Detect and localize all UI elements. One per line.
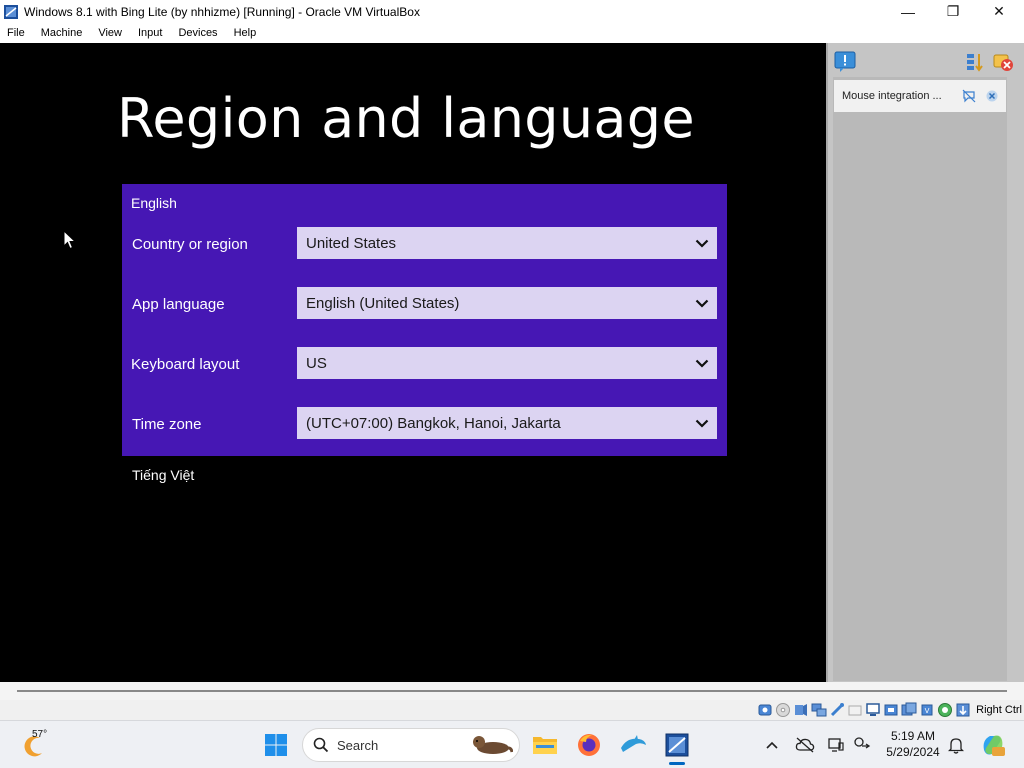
notification-list [833, 77, 1007, 681]
close-icon: ✕ [993, 3, 1005, 19]
keyboard-layout-label: Keyboard layout [131, 356, 240, 373]
clock-date: 5/29/2024 [886, 745, 940, 759]
network-sync-icon[interactable] [852, 735, 872, 755]
menu-devices[interactable]: Devices [170, 27, 225, 39]
sort-icon[interactable] [964, 51, 986, 73]
virtualbox-app-icon [3, 4, 19, 20]
notification-text: Mouse integration ... [842, 90, 942, 102]
windows-start-icon[interactable] [264, 733, 288, 757]
device-manager-tray-icon[interactable] [826, 735, 846, 755]
maximize-button[interactable]: ❐ [930, 0, 976, 23]
minimize-icon: — [901, 3, 915, 20]
chevron-down-icon [687, 227, 717, 259]
menu-help[interactable]: Help [226, 27, 265, 39]
hard-disk-icon[interactable] [757, 702, 773, 718]
dismiss-all-icon[interactable] [992, 51, 1014, 73]
status-bar: V Right Ctrl [0, 700, 1024, 720]
close-notification-icon[interactable] [983, 87, 1001, 105]
keyboard-layout-dropdown[interactable]: US [297, 347, 717, 379]
keyboard-layout-value: US [306, 354, 327, 372]
notification-bell-icon[interactable] [946, 735, 966, 755]
dont-show-again-icon[interactable] [960, 87, 978, 105]
time-zone-value: (UTC+07:00) Bangkok, Hanoi, Jakarta [306, 414, 561, 432]
page-title: Region and language [117, 87, 695, 150]
svg-text:V: V [925, 707, 930, 715]
recording-icon[interactable] [901, 702, 917, 718]
guest-display[interactable]: Region and language English Country or r… [0, 43, 826, 682]
language-name: English [131, 195, 177, 211]
menu-machine[interactable]: Machine [33, 27, 91, 39]
clock-time: 5:19 AM [890, 729, 936, 743]
cpu-icon[interactable]: V [919, 702, 935, 718]
window-title: Windows 8.1 with Bing Lite (by nhhizme) … [24, 4, 420, 19]
language-panel-english[interactable]: English Country or region United States … [122, 184, 727, 456]
app-language-label: App language [132, 296, 225, 313]
language-option-vietnamese[interactable]: Tiếng Việt [132, 467, 194, 483]
mouse-integration-icon[interactable] [955, 702, 971, 718]
usb-icon[interactable] [829, 702, 845, 718]
firefox-icon[interactable] [575, 731, 603, 759]
notification-mouse-integration[interactable]: Mouse integration ... [834, 80, 1006, 112]
system-clock[interactable]: 5:19 AM 5/29/2024 [880, 728, 946, 760]
audio-icon[interactable] [793, 702, 809, 718]
app-language-value: English (United States) [306, 294, 460, 312]
chevron-down-icon [687, 287, 717, 319]
virtualbox-taskbar-icon[interactable] [663, 731, 691, 759]
active-app-indicator [669, 762, 685, 765]
chevron-down-icon [687, 407, 717, 439]
country-label: Country or region [132, 236, 248, 253]
country-dropdown[interactable]: United States [297, 227, 717, 259]
menu-bar: File Machine View Input Devices Help [0, 23, 1024, 43]
shared-folders-icon[interactable] [847, 702, 863, 718]
cloud-offline-icon[interactable] [795, 735, 815, 755]
menu-view[interactable]: View [90, 27, 130, 39]
taskbar: 57° Search 5:19 AM 5/29/2024 [0, 720, 1024, 768]
chevron-up-icon[interactable] [762, 735, 782, 755]
optical-drive-icon[interactable] [775, 702, 791, 718]
network-icon[interactable] [811, 702, 827, 718]
host-key-label: Right Ctrl [976, 704, 1022, 716]
country-value: United States [306, 234, 397, 252]
menu-file[interactable]: File [0, 27, 33, 39]
minimize-button[interactable]: — [885, 0, 931, 23]
file-explorer-icon[interactable] [531, 731, 559, 759]
chevron-down-icon [687, 347, 717, 379]
menu-input[interactable]: Input [130, 27, 170, 39]
taskbar-search-box[interactable]: Search [302, 728, 520, 762]
search-icon [313, 737, 329, 753]
horizontal-scrollbar[interactable] [17, 690, 1007, 692]
close-button[interactable]: ✕ [976, 0, 1022, 23]
display-icon[interactable] [865, 702, 881, 718]
weather-widget[interactable]: 57° [20, 729, 60, 761]
restore-icon: ❐ [946, 3, 960, 19]
video-capture-icon[interactable] [883, 702, 899, 718]
search-placeholder: Search [337, 737, 379, 753]
app-language-dropdown[interactable]: English (United States) [297, 287, 717, 319]
mouse-cursor-icon [63, 229, 77, 255]
guest-additions-icon[interactable] [937, 702, 953, 718]
copilot-icon[interactable] [980, 732, 1006, 758]
notification-panel: Mouse integration ... [826, 43, 1024, 682]
time-zone-dropdown[interactable]: (UTC+07:00) Bangkok, Hanoi, Jakarta [297, 407, 717, 439]
window-title-bar[interactable]: Windows 8.1 with Bing Lite (by nhhizme) … [0, 0, 1024, 23]
dolphin-emulator-icon[interactable] [619, 731, 647, 759]
otter-search-highlight-icon [473, 736, 513, 754]
time-zone-label: Time zone [132, 416, 202, 433]
weather-temperature: 57° [32, 729, 48, 740]
notification-center-icon[interactable] [834, 51, 856, 73]
